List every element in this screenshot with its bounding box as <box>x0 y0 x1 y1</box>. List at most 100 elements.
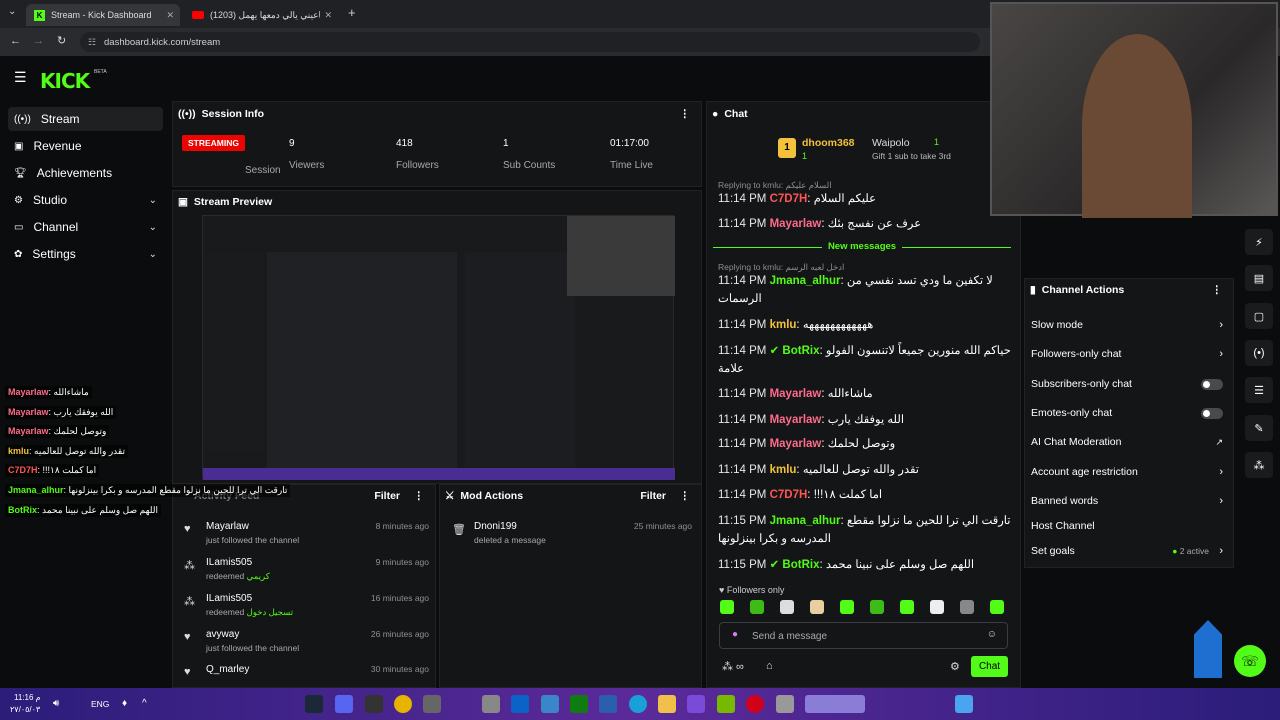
menu-icon[interactable]: ☰ <box>14 69 27 86</box>
forward-icon[interactable]: → <box>33 35 44 47</box>
feed-user[interactable]: Mayarlaw <box>206 521 249 532</box>
site-info-icon[interactable]: ☷ <box>88 37 96 48</box>
ai-moderation-item[interactable]: AI Chat Moderation ↗ <box>1031 431 1227 453</box>
chat-username[interactable]: Mayarlaw <box>770 218 822 230</box>
sidebar-item-studio[interactable]: ⚙ Studio ⌄ <box>8 188 163 212</box>
app-icon[interactable] <box>776 695 794 713</box>
points-icon[interactable]: ⁂ ∞ <box>722 660 744 673</box>
mic-icon[interactable]: ♦ <box>122 698 127 709</box>
rail-points[interactable]: ⁂ <box>1245 452 1273 478</box>
sidebar-item-stream[interactable]: ((•)) Stream <box>8 107 163 131</box>
emote-icon[interactable] <box>750 600 764 614</box>
back-icon[interactable]: ← <box>10 35 21 47</box>
settings-icon[interactable] <box>482 695 500 713</box>
rail-tools[interactable]: ✎ <box>1245 415 1273 441</box>
volume-icon[interactable]: 🔊︎ <box>53 698 59 709</box>
store-icon[interactable]: ⌂ <box>766 660 773 672</box>
steam-icon[interactable] <box>305 695 323 713</box>
filter-button[interactable]: Filter <box>640 490 666 502</box>
new-tab-icon[interactable]: + <box>348 5 356 20</box>
gift-prompt[interactable]: Gift 1 sub to take 3rd <box>872 151 951 161</box>
more-icon[interactable]: ⋮ <box>414 490 425 502</box>
chat-username[interactable]: Jmana_alhur <box>770 275 841 287</box>
more-icon[interactable]: ⋮ <box>680 108 691 120</box>
rail-chat[interactable]: ▢ <box>1245 303 1273 329</box>
chat-username[interactable]: BotRix <box>782 345 819 357</box>
search-icon[interactable] <box>805 695 865 713</box>
emote-icon[interactable] <box>810 600 824 614</box>
discord-icon[interactable] <box>335 695 353 713</box>
app-icon[interactable] <box>365 695 383 713</box>
chat-username[interactable]: Mayarlaw <box>770 438 822 450</box>
nvidia-icon[interactable] <box>717 695 735 713</box>
feed-user[interactable]: Q_marley <box>206 664 249 675</box>
emoji-icon[interactable]: ☺ <box>987 629 997 640</box>
emote-icon[interactable] <box>780 600 794 614</box>
opera-icon[interactable] <box>746 695 764 713</box>
mod-user[interactable]: Dnoni199 <box>474 521 517 532</box>
chat-username[interactable]: Mayarlaw <box>770 388 822 400</box>
reload-icon[interactable]: ↻ <box>57 34 66 47</box>
rail-quick-actions[interactable]: ⚡︎ <box>1245 229 1273 255</box>
sidebar-item-channel[interactable]: ▭ Channel ⌄ <box>8 215 163 239</box>
xbox-icon[interactable] <box>570 695 588 713</box>
chat-send-button[interactable]: Chat <box>971 656 1008 677</box>
edge-icon[interactable] <box>629 695 647 713</box>
app-icon[interactable] <box>541 695 559 713</box>
gifter-name[interactable]: dhoom368 <box>802 137 855 149</box>
emote-icon[interactable] <box>870 600 884 614</box>
close-icon[interactable]: ✕ <box>324 10 332 21</box>
store-icon[interactable] <box>599 695 617 713</box>
rail-broadcast[interactable]: (•) <box>1245 340 1273 366</box>
mic-icon[interactable]: ● <box>732 629 738 640</box>
chat-input[interactable]: ● Send a message ☺ <box>719 622 1008 649</box>
emote-icon[interactable] <box>900 600 914 614</box>
chat-username[interactable]: Jmana_alhur <box>770 515 841 527</box>
sidebar-item-settings[interactable]: ✿ Settings ⌄ <box>8 242 163 266</box>
sidebar-item-revenue[interactable]: ▣ Revenue <box>8 134 163 158</box>
rail-layout[interactable]: ☰ <box>1245 377 1273 403</box>
chat-username[interactable]: kmlu <box>770 464 797 476</box>
settings-icon[interactable]: ⚙ <box>950 660 960 673</box>
kick-logo[interactable]: KICK <box>40 69 90 93</box>
feed-user[interactable]: ILamis505 <box>206 557 252 568</box>
chat-username[interactable]: C7D7H <box>770 489 808 501</box>
emote-icon[interactable] <box>720 600 734 614</box>
set-goals-item[interactable]: Set goals ● 2 active › <box>1031 540 1227 562</box>
app-icon[interactable] <box>423 695 441 713</box>
feed-user[interactable]: ILamis505 <box>206 593 252 604</box>
chat-username[interactable]: BotRix <box>782 559 819 571</box>
outlook-icon[interactable] <box>511 695 529 713</box>
windows-start-icon[interactable] <box>955 695 973 713</box>
emote-icon[interactable] <box>840 600 854 614</box>
emotes-only-toggle[interactable] <box>1201 407 1223 419</box>
help-button[interactable]: ☏ <box>1234 645 1266 677</box>
tab-list-icon[interactable]: ⌄ <box>8 6 16 17</box>
close-icon[interactable]: ✕ <box>166 10 174 21</box>
more-icon[interactable]: ⋮ <box>680 490 691 502</box>
emote-icon[interactable] <box>960 600 974 614</box>
host-channel-item[interactable]: Host Channel <box>1031 515 1227 537</box>
more-icon[interactable]: ⋮ <box>1212 284 1223 296</box>
chrome-icon[interactable] <box>394 695 412 713</box>
rail-notes[interactable]: ▤ <box>1245 265 1273 291</box>
language-indicator[interactable]: ENG <box>91 699 109 709</box>
emote-icon[interactable] <box>990 600 1004 614</box>
stream-preview-video[interactable] <box>202 215 675 480</box>
tab-kick-dashboard[interactable]: K Stream - Kick Dashboard ✕ <box>26 4 180 26</box>
explorer-icon[interactable] <box>658 695 676 713</box>
tray-chevron-icon[interactable]: ^ <box>142 698 147 709</box>
tab-youtube[interactable]: (1203) ياعيني يالي دمعها يهمل ✕ <box>184 4 338 26</box>
banned-words-item[interactable]: Banned words › <box>1031 490 1227 512</box>
sidebar-item-achievements[interactable]: 🏆︎ Achievements <box>8 161 163 185</box>
gifter-name[interactable]: Waipolo <box>872 137 910 149</box>
account-age-item[interactable]: Account age restriction › <box>1031 461 1227 483</box>
url-field[interactable]: ☷ dashboard.kick.com/stream <box>80 32 980 52</box>
emote-icon[interactable] <box>930 600 944 614</box>
followers-only-item[interactable]: Followers-only chat › <box>1031 343 1227 365</box>
app-icon[interactable] <box>687 695 705 713</box>
slow-mode-item[interactable]: Slow mode › <box>1031 314 1227 336</box>
subscribers-only-toggle[interactable] <box>1201 378 1223 390</box>
chat-username[interactable]: C7D7H <box>770 193 808 205</box>
chat-username[interactable]: kmlu <box>770 319 797 331</box>
